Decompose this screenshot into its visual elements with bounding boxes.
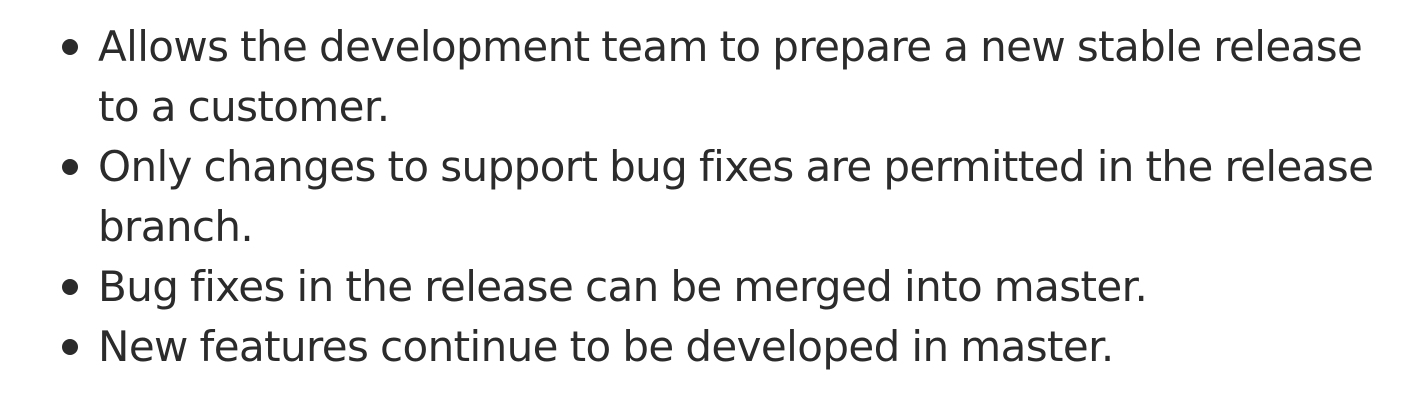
list-item-text: Bug fixes in the release can be merged i… bbox=[98, 262, 1148, 311]
list-item: Bug fixes in the release can be merged i… bbox=[0, 257, 1418, 317]
list-item: Only changes to support bug fixes are pe… bbox=[0, 137, 1418, 257]
bullet-dot-icon bbox=[62, 159, 78, 175]
bullet-dot-icon bbox=[62, 279, 78, 295]
list-item: Allows the development team to prepare a… bbox=[0, 17, 1418, 137]
list-item-text: Allows the development team to prepare a… bbox=[98, 22, 1363, 131]
bullet-dot-icon bbox=[62, 339, 78, 355]
list-item: New features continue to be developed in… bbox=[0, 317, 1418, 377]
list-item-text: Only changes to support bug fixes are pe… bbox=[98, 142, 1374, 251]
bullet-dot-icon bbox=[62, 39, 78, 55]
list-item-text: New features continue to be developed in… bbox=[98, 322, 1114, 371]
bullet-list: Allows the development team to prepare a… bbox=[0, 0, 1418, 377]
